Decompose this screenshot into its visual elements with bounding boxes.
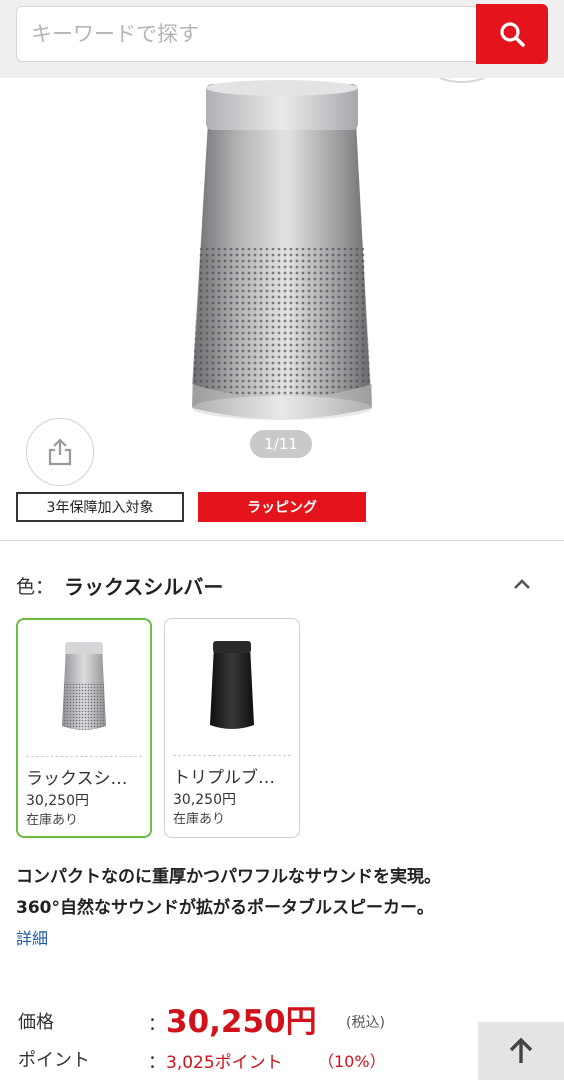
image-pager: 1/11: [250, 430, 312, 458]
share-button[interactable]: [26, 418, 94, 486]
chevron-up-icon: [514, 579, 530, 589]
search-icon: [500, 22, 525, 47]
variant-thumbnail: [165, 619, 299, 755]
price-label: 価格: [18, 1012, 54, 1033]
color-value: ラックスシルバー: [64, 574, 224, 599]
color-label: 色：: [16, 575, 55, 598]
tax-note: (税込): [346, 1015, 385, 1031]
search-header: [0, 0, 564, 78]
divider: [0, 540, 564, 541]
scroll-top-button[interactable]: [478, 1022, 564, 1080]
points-value: 3,025ポイント: [166, 1053, 283, 1073]
description-line: コンパクトなのに重厚かつパワフルなサウンドを実現。: [16, 867, 441, 887]
warranty-badge: 3年保障加入対象: [16, 492, 184, 522]
color-selector-header: 色： ラックスシルバー: [16, 570, 223, 600]
share-icon: [48, 438, 72, 466]
variant-name: トリプルブ…: [173, 768, 275, 788]
points-label: ポイント: [18, 1050, 90, 1071]
variant-thumbnail: [18, 620, 150, 756]
detail-link[interactable]: 詳細: [16, 925, 48, 949]
collapse-button[interactable]: [508, 572, 536, 596]
wrapping-badge[interactable]: ラッピング: [198, 492, 366, 522]
variant-name: ラックスシ…: [26, 769, 128, 789]
arrow-up-icon: [509, 1037, 533, 1063]
card-separator: [173, 755, 291, 756]
price-colon: ：: [148, 1014, 166, 1035]
product-description: コンパクトなのに重厚かつパワフルなサウンドを実現。 360°自然なサウンドが拡が…: [16, 862, 546, 924]
speaker-image: [192, 77, 485, 420]
variant-stock: 在庫あり: [173, 812, 226, 827]
variant-price: 30,250円: [26, 793, 89, 809]
price-value: 30,250円: [166, 1004, 317, 1040]
variant-card-silver[interactable]: ラックスシ… 30,250円 在庫あり: [16, 618, 152, 838]
search-input[interactable]: [16, 6, 476, 62]
card-separator: [26, 756, 142, 757]
variant-card-black[interactable]: トリプルブ… 30,250円 在庫あり: [164, 618, 300, 838]
description-line: 360°自然なサウンドが拡がるポータブルスピーカー。: [16, 898, 434, 918]
points-colon: ：: [148, 1052, 166, 1073]
product-image[interactable]: [0, 77, 564, 458]
points-rate: （10%）: [318, 1052, 386, 1071]
search-button[interactable]: [476, 4, 548, 64]
variant-stock: 在庫あり: [26, 813, 79, 828]
variant-price: 30,250円: [173, 792, 236, 808]
